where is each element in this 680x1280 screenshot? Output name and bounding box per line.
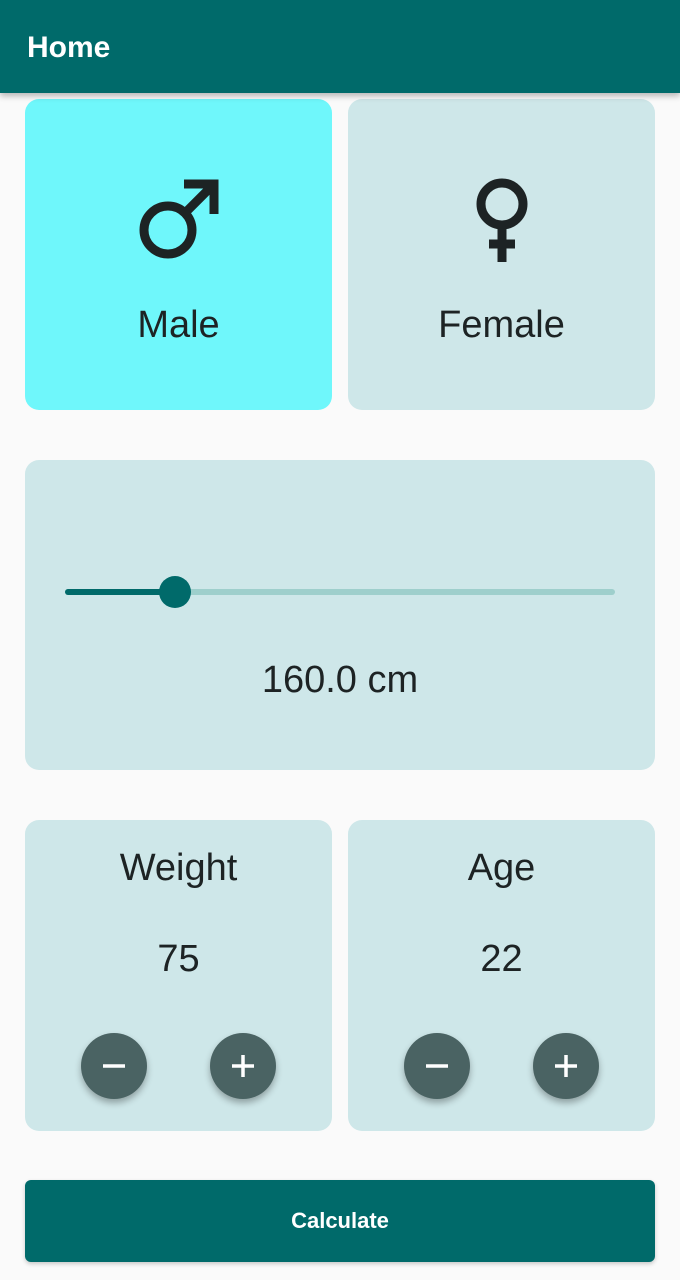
height-value: 160.0 cm (261, 659, 419, 701)
age-card: Age 22 (348, 820, 655, 1131)
app-bar: Home (0, 0, 680, 93)
calculate-button[interactable]: Calculate (25, 1180, 655, 1262)
age-increment-button[interactable] (533, 1033, 599, 1099)
weight-label: Weight (119, 847, 238, 889)
weight-card: Weight 75 (25, 820, 332, 1131)
plus-icon (555, 1055, 577, 1077)
page-title: Home (27, 31, 111, 64)
gender-label-female: Female (438, 304, 565, 346)
gender-card-female[interactable]: Female (348, 99, 655, 410)
female-symbol-icon (476, 178, 527, 262)
weight-decrement-button[interactable] (81, 1033, 147, 1099)
gender-card-male[interactable]: Male (25, 99, 332, 410)
minus-icon (103, 1064, 125, 1068)
gender-label-male: Male (137, 304, 220, 346)
age-decrement-button[interactable] (404, 1033, 470, 1099)
height-card: 160.0 cm (25, 460, 655, 770)
height-slider-thumb[interactable] (159, 576, 191, 608)
height-slider[interactable] (65, 576, 615, 608)
age-label: Age (467, 847, 536, 889)
minus-icon (426, 1064, 448, 1068)
plus-icon (232, 1055, 254, 1077)
male-symbol-icon (139, 179, 218, 259)
weight-value: 75 (157, 938, 200, 980)
age-value: 22 (480, 938, 523, 980)
weight-increment-button[interactable] (210, 1033, 276, 1099)
